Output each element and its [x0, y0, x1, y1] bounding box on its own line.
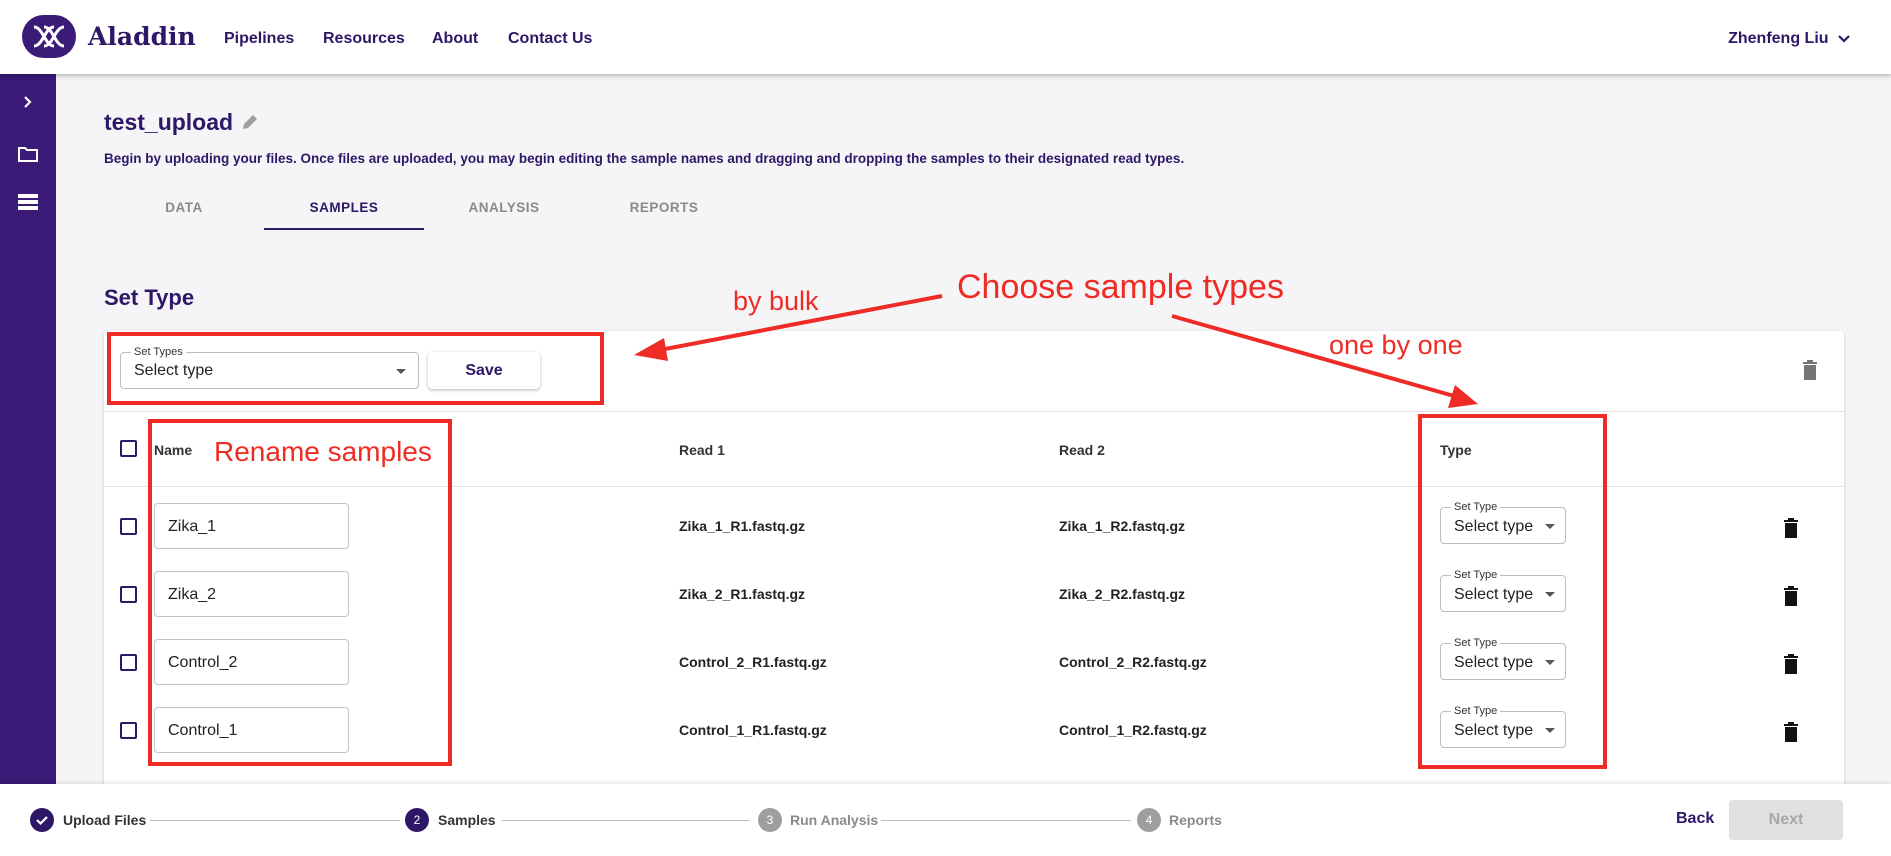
next-button[interactable]: Next [1729, 800, 1843, 840]
annotation-arrows [634, 294, 1478, 408]
user-name: Zhenfeng Liu [1728, 30, 1829, 47]
top-app-bar: Aladdin Pipelines Resources About Contac… [0, 0, 1891, 74]
step-complete-check-icon [30, 808, 54, 832]
nav-pipelines[interactable]: Pipelines [224, 30, 294, 48]
user-menu[interactable]: Zhenfeng Liu [1728, 30, 1851, 48]
aladdin-logo-icon[interactable] [22, 15, 76, 58]
step-reports: Reports [1169, 812, 1222, 828]
stepper-footer: Upload Files 2 Samples 3 Run Analysis 4 … [0, 784, 1891, 856]
nav-about[interactable]: About [432, 30, 478, 48]
step-run-analysis: Run Analysis [790, 812, 879, 828]
back-button[interactable]: Back [1676, 810, 1714, 828]
nav-resources[interactable]: Resources [323, 30, 405, 48]
step-upload-files: Upload Files [63, 812, 147, 828]
step-number: 2 [405, 808, 429, 832]
nav-contact-us[interactable]: Contact Us [508, 30, 592, 48]
step-number: 4 [1137, 808, 1161, 832]
step-connector [881, 820, 1131, 821]
step-samples: Samples [438, 812, 496, 828]
chevron-down-icon [1838, 34, 1850, 43]
step-connector [150, 820, 400, 821]
app-name[interactable]: Aladdin [88, 22, 196, 51]
step-connector [502, 820, 750, 821]
step-number: 3 [758, 808, 782, 832]
